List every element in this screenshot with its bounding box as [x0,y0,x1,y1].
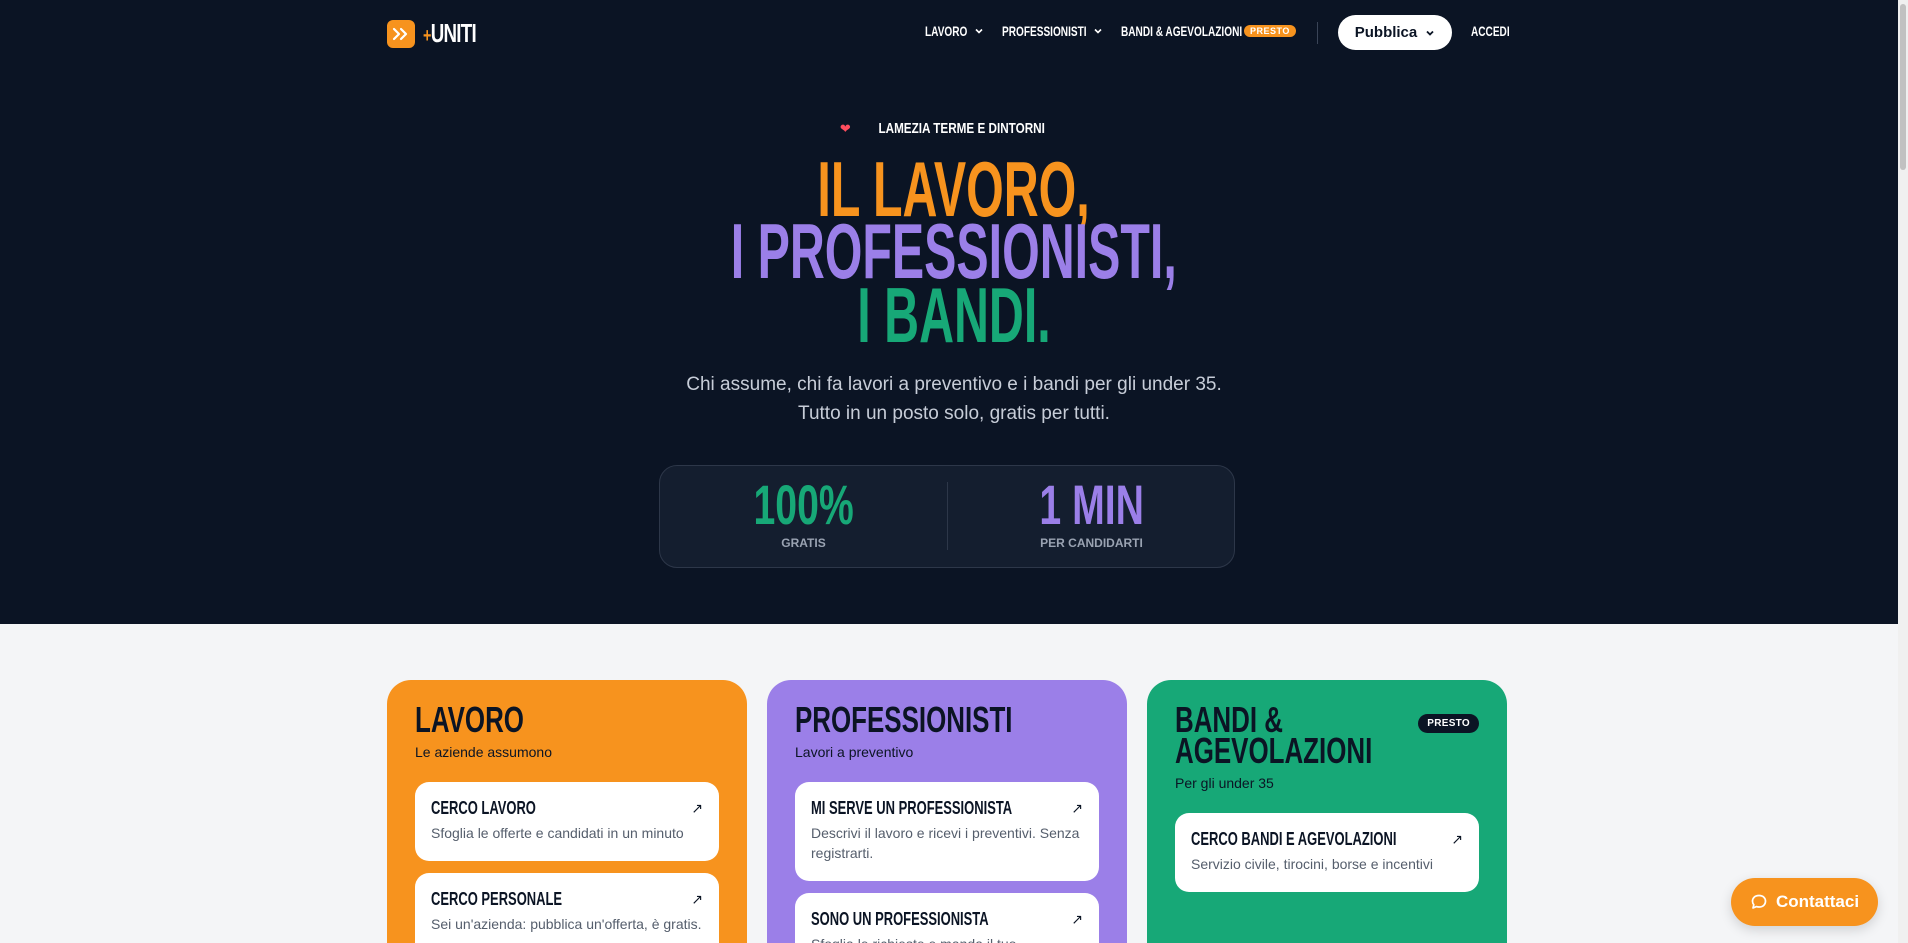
top-nav: +UNITI LAVORO PROFESSIONISTI BANDI & AGE… [387,14,1510,50]
card-subtitle: Per gli under 35 [1175,775,1274,791]
arrow-up-right-icon: ↗ [691,800,703,816]
card-title: BANDI & AGEVOLAZIONI [1175,699,1373,771]
chevron-down-icon [975,28,983,34]
arrow-up-right-icon: ↗ [1451,831,1463,847]
contattaci-button[interactable]: Contattaci [1731,878,1878,926]
card-lavoro: LAVORO Le aziende assumono CERCO LAVORO … [387,680,747,943]
card-title: LAVORO [415,699,524,740]
cerco-lavoro-item[interactable]: CERCO LAVORO Sfoglia le offerte e candid… [415,782,719,861]
cerco-personale-item[interactable]: CERCO PERSONALE Sei un'azienda: pubblica… [415,873,719,943]
scrollbar[interactable] [1898,0,1908,943]
chat-bubble-icon [1751,894,1767,909]
chevron-down-icon [1094,28,1103,34]
card-bandi: BANDI & AGEVOLAZIONI PRESTO Per gli unde… [1147,680,1507,943]
accedi-link[interactable]: ACCEDI [1471,23,1525,39]
headline-line-3: I BANDI. [857,271,1051,359]
pubblica-button[interactable]: Pubblica [1338,15,1452,50]
nav-professionisti[interactable]: PROFESSIONISTI [1002,23,1103,39]
presto-badge: PRESTO [1418,714,1479,733]
nav-lavoro[interactable]: LAVORO [925,23,984,39]
heart-icon: ❤ [839,121,851,136]
stat-candidarti: 1 MIN PER CANDIDARTI [1039,473,1144,551]
stats-panel: 100% GRATIS 1 MIN PER CANDIDARTI [659,465,1235,568]
cerco-bandi-item[interactable]: CERCO BANDI E AGEVOLAZIONI Servizio civi… [1175,813,1479,892]
scrollbar-thumb[interactable] [1900,4,1906,170]
card-subtitle: Le aziende assumono [415,744,552,760]
presto-badge: PRESTO [1244,25,1296,37]
mi-serve-professionista-item[interactable]: MI SERVE UN PROFESSIONISTA Descrivi il l… [795,782,1099,881]
card-subtitle: Lavori a preventivo [795,744,914,760]
arrow-up-right-icon: ↗ [1071,911,1083,927]
logo-icon[interactable] [387,20,415,48]
card-title: PROFESSIONISTI [795,699,1013,740]
logo-text[interactable]: +UNITI [423,18,477,49]
location-label: ❤ LAMEZIA TERME E DINTORNI [839,120,1045,137]
arrow-up-right-icon: ↗ [1071,800,1083,816]
hero-subtitle: Chi assume, chi fa lavori a preventivo e… [686,374,1222,424]
sono-professionista-item[interactable]: SONO UN PROFESSIONISTA Sfoglia le richie… [795,893,1099,943]
nav-divider [1317,22,1318,44]
card-professionisti: PROFESSIONISTI Lavori a preventivo MI SE… [767,680,1127,943]
hero-section: +UNITI LAVORO PROFESSIONISTI BANDI & AGE… [0,0,1908,624]
chevron-down-icon [1426,30,1434,36]
arrow-up-right-icon: ↗ [691,891,703,907]
stat-gratis: 100% GRATIS [753,473,854,551]
